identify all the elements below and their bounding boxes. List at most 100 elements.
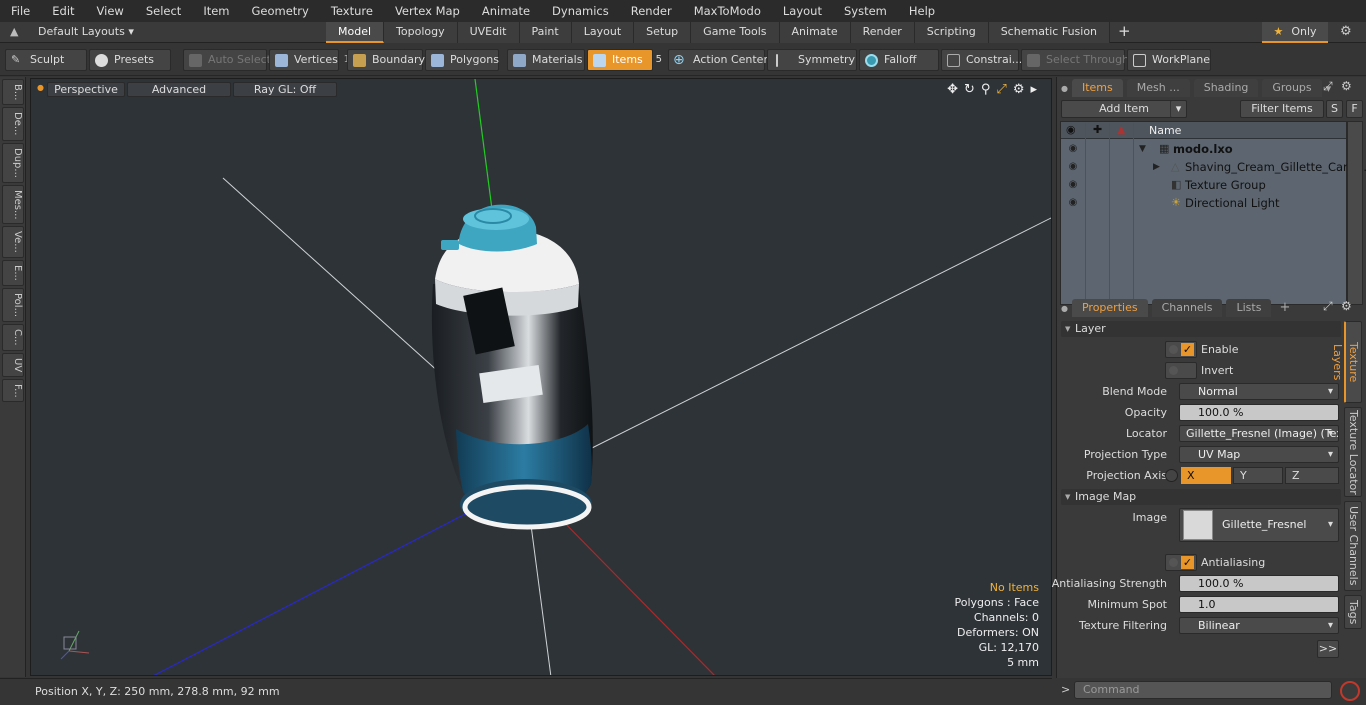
eye-icon[interactable]: ◉ xyxy=(1066,140,1080,158)
action-center-button[interactable]: ⊕ Action Center xyxy=(668,49,768,71)
materials-button[interactable]: Materials xyxy=(507,49,585,71)
expand-arrow-icon[interactable]: ▼ xyxy=(1139,140,1146,158)
more-options-button[interactable]: >> xyxy=(1317,640,1339,658)
menu-vertex-map[interactable]: Vertex Map xyxy=(384,0,471,22)
fit-view-icon[interactable]: ⤢ xyxy=(996,82,1006,97)
items-button[interactable]: Items 5 xyxy=(587,49,662,71)
s-button[interactable]: S xyxy=(1326,100,1343,118)
panel-gear-icon[interactable]: ⚙ xyxy=(1341,79,1352,93)
minimum-spot-field[interactable]: 1.0 xyxy=(1179,596,1339,613)
left-tab-mesh-edit[interactable]: Mes... xyxy=(2,184,24,225)
add-tab-button[interactable]: + xyxy=(1110,22,1139,43)
command-input[interactable]: Command xyxy=(1074,681,1332,699)
side-tab-user-channels[interactable]: User Channels xyxy=(1344,501,1362,591)
axis-y-button[interactable]: Y xyxy=(1233,467,1283,484)
tab-paint[interactable]: Paint xyxy=(519,22,572,43)
item-list-scrollbar[interactable] xyxy=(1347,121,1363,305)
sculpt-button[interactable]: ✎ Sculpt xyxy=(5,49,87,71)
perspective-button[interactable]: Perspective xyxy=(47,82,125,97)
panel-menu-dot-icon[interactable]: ● xyxy=(1061,304,1068,313)
advanced-button[interactable]: Advanced xyxy=(127,82,231,97)
tab-properties[interactable]: Properties xyxy=(1071,299,1148,317)
side-tab-texture-layers[interactable]: Texture Layers xyxy=(1331,321,1362,403)
3d-viewport[interactable]: ● Perspective Advanced Ray GL: Off ✥ ↻ ⚲… xyxy=(30,78,1052,676)
add-item-button[interactable]: Add Item xyxy=(1061,100,1187,118)
eye-icon[interactable]: ◉ xyxy=(1066,194,1080,212)
raygl-button[interactable]: Ray GL: Off xyxy=(233,82,337,97)
expand-arrow-icon[interactable]: ▸ xyxy=(1030,82,1037,97)
f-button[interactable]: F xyxy=(1346,100,1363,118)
menu-texture[interactable]: Texture xyxy=(320,0,384,22)
auto-select-button[interactable]: Auto Select xyxy=(183,49,271,71)
menu-animate[interactable]: Animate xyxy=(471,0,541,22)
eye-icon[interactable]: ◉ xyxy=(1066,158,1080,176)
tab-layout[interactable]: Layout xyxy=(571,22,635,43)
tab-model[interactable]: Model xyxy=(326,22,385,43)
axis-x-button[interactable]: X xyxy=(1181,467,1231,484)
eye-icon[interactable]: ◉ xyxy=(1066,176,1080,194)
tab-uvedit[interactable]: UVEdit xyxy=(457,22,520,43)
blend-mode-select[interactable]: Normal xyxy=(1179,383,1339,400)
left-tab-deform[interactable]: De... xyxy=(2,107,24,141)
image-map-section-header[interactable]: Image Map xyxy=(1061,489,1341,505)
enable-checkbox[interactable]: ✓ xyxy=(1165,341,1197,358)
tab-animate[interactable]: Animate xyxy=(779,22,851,43)
tab-topology[interactable]: Topology xyxy=(384,22,458,43)
select-through-button[interactable]: Select Through xyxy=(1021,49,1129,71)
tab-scripting[interactable]: Scripting xyxy=(914,22,989,43)
polygons-button[interactable]: Polygons xyxy=(425,49,499,71)
layout-up-icon[interactable]: ▲ xyxy=(10,25,18,38)
list-item[interactable]: ◉ ☀ Directional Light xyxy=(1061,194,1346,212)
left-tab-fusion[interactable]: F... xyxy=(2,378,24,403)
menu-file[interactable]: File xyxy=(0,0,41,22)
menu-dynamics[interactable]: Dynamics xyxy=(541,0,620,22)
menu-help[interactable]: Help xyxy=(898,0,946,22)
list-item[interactable]: ◉ ▶ △ Shaving_Cream_Gillette_Can_ ... xyxy=(1061,158,1366,176)
menu-maxtomodo[interactable]: MaxToModo xyxy=(683,0,772,22)
left-tab-curve[interactable]: C... xyxy=(2,323,24,351)
tab-setup[interactable]: Setup xyxy=(634,22,692,43)
menu-render[interactable]: Render xyxy=(620,0,683,22)
tab-render[interactable]: Render xyxy=(850,22,915,43)
list-item[interactable]: ◉ ▼ ▦ modo.lxo xyxy=(1061,140,1346,158)
record-macro-icon[interactable] xyxy=(1340,681,1360,701)
left-tab-duplicate[interactable]: Dup... xyxy=(2,142,24,183)
axis-z-button[interactable]: Z xyxy=(1285,467,1339,484)
add-tab-button[interactable]: + xyxy=(1275,299,1294,317)
projection-axis-radio[interactable] xyxy=(1165,469,1178,482)
filter-items-button[interactable]: Filter Items xyxy=(1240,100,1324,118)
side-tab-texture-locator[interactable]: Texture Locator xyxy=(1344,407,1362,497)
menu-geometry[interactable]: Geometry xyxy=(241,0,320,22)
rotate-view-icon[interactable]: ↻ xyxy=(964,82,975,97)
texture-filtering-select[interactable]: Bilinear xyxy=(1179,617,1339,634)
left-tab-edge[interactable]: E... xyxy=(2,260,24,286)
tab-shading[interactable]: Shading xyxy=(1193,79,1259,97)
default-layouts-dropdown[interactable]: Default Layouts ▾ xyxy=(38,25,134,38)
left-tab-polygon[interactable]: Pol... xyxy=(2,287,24,322)
symmetry-button[interactable]: Symmetry xyxy=(767,49,857,71)
only-toggle[interactable]: ★ Only xyxy=(1262,22,1328,43)
zoom-view-icon[interactable]: ⚲ xyxy=(981,82,991,97)
tab-items[interactable]: Items xyxy=(1071,79,1123,97)
move-view-icon[interactable]: ✥ xyxy=(947,82,958,97)
menu-select[interactable]: Select xyxy=(135,0,192,22)
tab-mesh[interactable]: Mesh ... xyxy=(1126,79,1190,97)
tab-groups[interactable]: Groups xyxy=(1262,79,1322,97)
menu-system[interactable]: System xyxy=(833,0,898,22)
invert-checkbox[interactable] xyxy=(1165,362,1197,379)
collapse-arrow-icon[interactable]: ▶ xyxy=(1153,158,1160,176)
viewport-menu-dot-icon[interactable]: ● xyxy=(37,83,44,92)
constraints-button[interactable]: Constrai... xyxy=(941,49,1022,71)
menu-edit[interactable]: Edit xyxy=(41,0,85,22)
projection-type-select[interactable]: UV Map xyxy=(1179,446,1339,463)
tab-schematic-fusion[interactable]: Schematic Fusion xyxy=(988,22,1111,43)
falloff-button[interactable]: Falloff xyxy=(859,49,939,71)
antialiasing-checkbox[interactable]: ✓ xyxy=(1165,554,1197,571)
gear-icon[interactable]: ⚙ xyxy=(1340,24,1352,39)
opacity-field[interactable]: 100.0 % xyxy=(1179,404,1339,421)
boundary-button[interactable]: Boundary xyxy=(347,49,425,71)
menu-view[interactable]: View xyxy=(86,0,135,22)
presets-button[interactable]: Presets xyxy=(89,49,171,71)
maximize-panel-icon[interactable]: ⤢ xyxy=(1323,79,1333,94)
locator-select[interactable]: Gillette_Fresnel (Image) (Tex ... xyxy=(1179,425,1339,442)
